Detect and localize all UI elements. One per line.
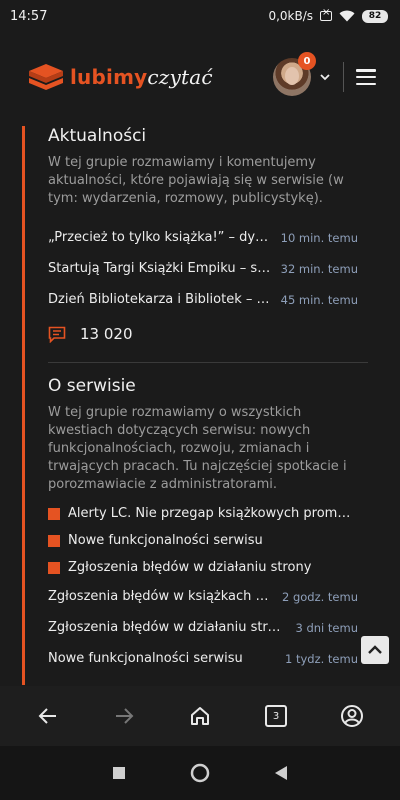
- topic-time: 45 min. temu: [280, 292, 358, 307]
- network-speed: 0,0kB/s: [268, 9, 313, 23]
- home-circle-icon[interactable]: [190, 763, 210, 783]
- logo-text-part2: czytać: [147, 65, 213, 89]
- topic-time: 1 tydz. temu: [284, 651, 358, 666]
- topic-time: 10 min. temu: [280, 230, 358, 245]
- topic-row[interactable]: „Przecież to tylko książka!” – dyskusja …: [48, 222, 358, 253]
- topic-time: 3 dni temu: [295, 620, 359, 635]
- wifi-icon: [339, 10, 355, 22]
- menu-icon[interactable]: [356, 69, 376, 85]
- status-bar: 14:57 0,0kB/s 82: [0, 0, 400, 32]
- status-indicators: 0,0kB/s 82: [268, 7, 388, 23]
- user-avatar[interactable]: 0: [273, 52, 316, 96]
- topic-title[interactable]: Dzień Bibliotekarza i Bibliotek – świętu…: [48, 292, 281, 307]
- pinned-topic[interactable]: Alerty LC. Nie przegap książkowych promo…: [48, 500, 358, 527]
- group-o-serwisie: O serwisie W tej grupie rozmawiamy o wsz…: [48, 376, 358, 674]
- topic-row[interactable]: Nowe funkcjonalności serwisu 1 tydz. tem…: [48, 643, 358, 674]
- pinned-topic-title[interactable]: Alerty LC. Nie przegap książkowych promo…: [68, 506, 358, 521]
- book-stack-logo-icon: [29, 64, 63, 90]
- topic-row[interactable]: Startują Targi Książki Empiku – sprawdź …: [48, 253, 358, 284]
- pinned-topic[interactable]: Zgłoszenia błędów w działaniu strony: [48, 554, 358, 581]
- header-divider: [343, 62, 344, 92]
- logo-text: lubimyczytać: [70, 65, 213, 89]
- group-description: W tej grupie rozmawiamy o wszystkich kwe…: [48, 405, 347, 492]
- topic-row[interactable]: Zgłoszenia błędów w działaniu strony 3 d…: [48, 612, 358, 643]
- header-actions: 0: [273, 52, 376, 96]
- group-title[interactable]: Aktualności: [48, 126, 358, 146]
- pinned-topic-title[interactable]: Zgłoszenia błędów w działaniu strony: [68, 560, 358, 575]
- accent-line: [22, 126, 25, 685]
- topic-title[interactable]: Zgłoszenia błędów w działaniu strony: [48, 620, 296, 635]
- app-header: lubimyczytać 0: [0, 32, 400, 122]
- battery-icon: 82: [362, 9, 388, 23]
- pinned-marker-icon: [48, 507, 60, 520]
- topic-title[interactable]: Startują Targi Książki Empiku – sprawdź: [48, 261, 281, 276]
- comment-count-value: 13 020: [80, 325, 133, 343]
- browser-toolbar: 3: [0, 686, 400, 746]
- topic-title[interactable]: Nowe funkcjonalności serwisu: [48, 651, 285, 666]
- pinned-marker-icon: [48, 561, 60, 574]
- topic-time: 32 min. temu: [280, 261, 358, 276]
- pinned-marker-icon: [48, 534, 60, 547]
- chevron-down-icon[interactable]: [319, 71, 331, 83]
- comment-icon: [48, 326, 66, 343]
- back-triangle-icon[interactable]: [274, 765, 288, 781]
- group-description: W tej grupie rozmawiamy i komentujemy ak…: [48, 155, 344, 206]
- status-time: 14:57: [10, 8, 48, 24]
- topic-title[interactable]: „Przecież to tylko książka!” – dyskusja: [48, 230, 281, 245]
- system-navigation: [0, 746, 400, 800]
- pinned-topic[interactable]: Nowe funkcjonalności serwisu: [48, 527, 358, 554]
- recents-icon[interactable]: [112, 766, 126, 780]
- tab-count: 3: [265, 705, 287, 727]
- topic-title[interactable]: Zgłoszenia błędów w książkach i autorach: [48, 589, 282, 604]
- comment-count: 13 020: [48, 325, 358, 343]
- forward-arrow-icon[interactable]: [112, 704, 136, 728]
- scroll-to-top-button[interactable]: [361, 636, 389, 664]
- groups-list: Aktualności W tej grupie rozmawiamy i ko…: [0, 122, 400, 685]
- topic-row[interactable]: Zgłoszenia błędów w książkach i autorach…: [48, 581, 358, 612]
- group-title[interactable]: O serwisie: [48, 376, 358, 396]
- topic-row[interactable]: Dzień Bibliotekarza i Bibliotek – świętu…: [48, 284, 358, 315]
- logo-text-part1: lubimy: [70, 65, 148, 89]
- home-icon[interactable]: [188, 704, 212, 728]
- pinned-topic-title[interactable]: Nowe funkcjonalności serwisu: [68, 533, 358, 548]
- chevron-up-icon: [368, 645, 382, 654]
- group-aktualnosci: Aktualności W tej grupie rozmawiamy i ko…: [48, 126, 358, 343]
- back-arrow-icon[interactable]: [36, 704, 60, 728]
- topic-time: 2 godz. temu: [281, 589, 358, 604]
- site-logo[interactable]: lubimyczytać: [26, 61, 213, 93]
- notification-badge: 0: [298, 52, 316, 70]
- no-sim-icon: [320, 7, 332, 21]
- account-icon[interactable]: [340, 704, 364, 728]
- section-divider: [48, 362, 368, 363]
- tabs-button[interactable]: 3: [264, 704, 288, 728]
